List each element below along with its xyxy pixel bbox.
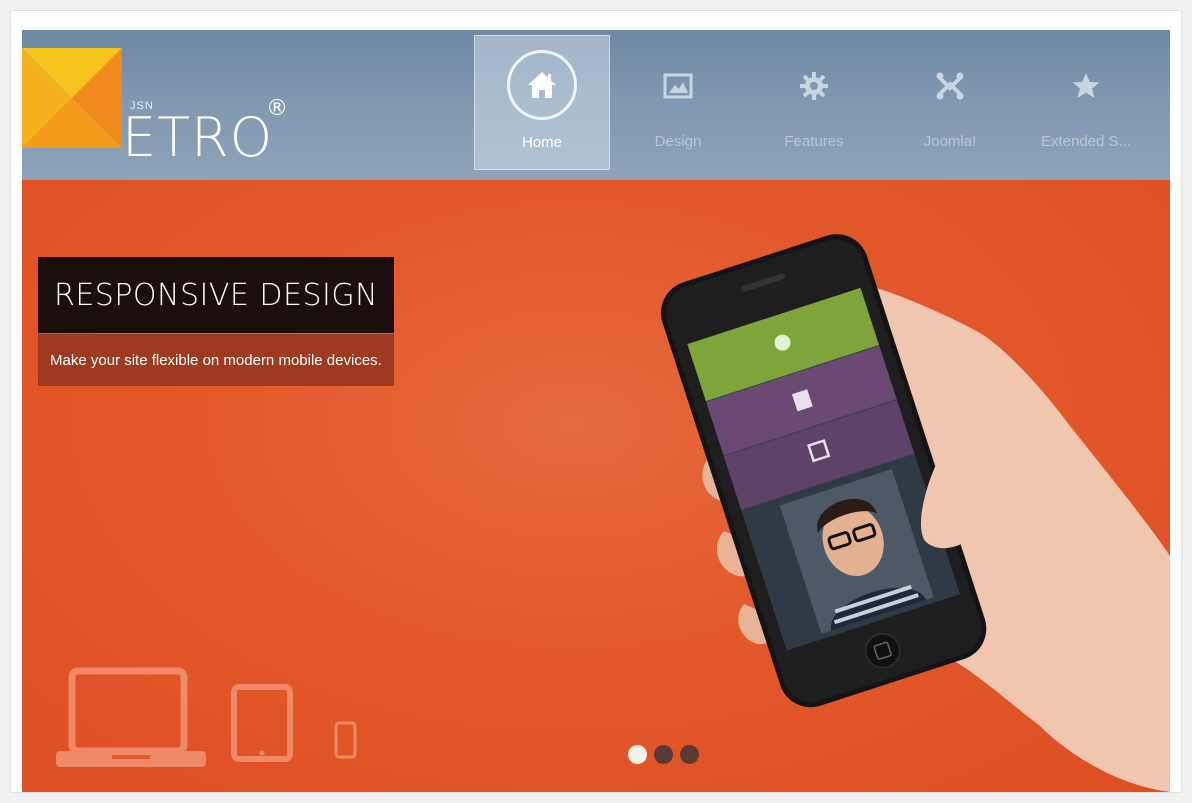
laptop-icon	[68, 667, 188, 755]
main-nav: Home Design Features Joomla! Extended S.…	[474, 35, 1154, 170]
nav-label-home: Home	[521, 134, 562, 151]
phone-icon	[334, 721, 357, 759]
site-logo[interactable]: JSN ETRO ®	[22, 48, 302, 168]
site: JSN ETRO ® Home Design Features Joomla! …	[22, 30, 1170, 792]
site-header: JSN ETRO ® Home Design Features Joomla! …	[22, 30, 1170, 180]
logo-wordmark: ETRO	[122, 106, 274, 169]
slider-pagination	[628, 745, 699, 764]
slide-caption: Make your site flexible on modern mobile…	[50, 351, 382, 369]
nav-item-home[interactable]: Home	[474, 35, 610, 170]
star-icon	[1061, 61, 1111, 111]
home-icon	[507, 50, 577, 120]
joomla-icon	[925, 61, 975, 111]
nav-label-features: Features	[784, 133, 844, 150]
nav-item-features[interactable]: Features	[746, 35, 882, 170]
logo-registered-mark: ®	[266, 96, 288, 121]
slide-headline-box: RESPONSIVE DESIGN	[38, 257, 395, 333]
slide-headline: RESPONSIVE DESIGN	[54, 277, 379, 313]
slider-dot-3[interactable]	[680, 745, 699, 764]
nav-item-extended[interactable]: Extended S...	[1018, 35, 1154, 170]
slide-caption-box: Make your site flexible on modern mobile…	[38, 334, 394, 386]
device-silhouettes	[56, 667, 357, 767]
nav-label-extended: Extended S...	[1040, 133, 1132, 150]
image-icon	[653, 61, 703, 111]
slider-dot-2[interactable]	[654, 745, 673, 764]
hero-slider: RESPONSIVE DESIGN Make your site flexibl…	[22, 180, 1170, 792]
nav-item-design[interactable]: Design	[610, 35, 746, 170]
nav-label-joomla: Joomla!	[923, 133, 977, 150]
nav-label-design: Design	[654, 133, 702, 150]
tablet-icon	[231, 684, 293, 762]
gear-icon	[789, 61, 839, 111]
nav-item-joomla[interactable]: Joomla!	[882, 35, 1018, 170]
slider-dot-1[interactable]	[628, 745, 647, 764]
hand-with-phone-illustration	[660, 234, 1170, 792]
